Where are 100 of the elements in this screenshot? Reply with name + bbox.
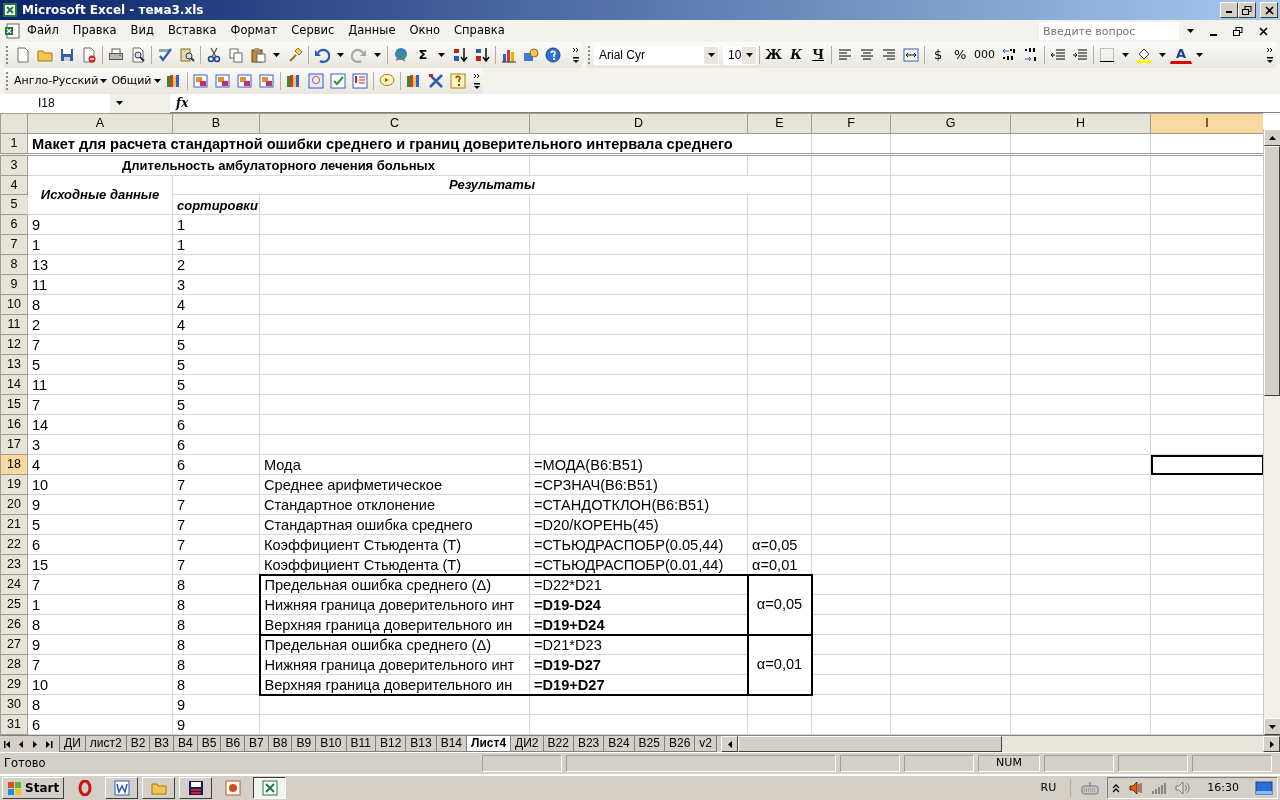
copy-icon[interactable] — [228, 47, 244, 63]
row-header[interactable]: 30 — [0, 694, 28, 715]
column-header[interactable]: C — [259, 113, 530, 134]
help-search-field[interactable]: Введите вопрос — [1039, 22, 1179, 40]
row-header[interactable]: 25 — [0, 594, 28, 615]
list-icon[interactable] — [351, 73, 368, 89]
percent-button[interactable]: % — [949, 44, 972, 66]
sheet-tab[interactable]: B10 — [315, 736, 347, 752]
fill-color-icon[interactable] — [1136, 47, 1153, 63]
column-header[interactable]: F — [811, 113, 891, 134]
scroll-down-button[interactable] — [1264, 718, 1280, 735]
increase-decimal-icon[interactable] — [1001, 47, 1018, 63]
sheet-tab[interactable]: B24 — [603, 736, 635, 752]
align-left-icon[interactable] — [837, 47, 854, 63]
row-header[interactable]: 10 — [0, 294, 28, 315]
menu-item[interactable]: Данные — [341, 20, 403, 42]
caret-icon[interactable] — [1122, 53, 1130, 57]
row-header[interactable]: 8 — [0, 254, 28, 275]
thousands-button[interactable]: 000 — [971, 44, 999, 66]
row-header[interactable]: 15 — [0, 394, 28, 415]
sheet-tab[interactable]: B14 — [435, 736, 468, 752]
font-field[interactable]: Arial Cyr — [594, 45, 719, 65]
caret-icon[interactable] — [1187, 29, 1194, 33]
books-icon[interactable] — [285, 73, 302, 89]
caret-icon[interactable] — [707, 53, 715, 57]
row-header[interactable]: 17 — [0, 434, 28, 455]
italic-button[interactable]: К — [785, 44, 808, 66]
currency-button[interactable]: $ — [927, 44, 950, 66]
restore-icon[interactable] — [1233, 26, 1243, 36]
column-header[interactable]: E — [747, 113, 812, 134]
open-folder-icon[interactable] — [37, 47, 53, 63]
function-button[interactable]: fx — [170, 94, 195, 112]
row-header[interactable]: 28 — [0, 654, 28, 675]
sheet-tab[interactable]: B25 — [633, 736, 665, 752]
align-right-icon[interactable] — [881, 47, 898, 63]
row-header[interactable]: 21 — [0, 514, 28, 535]
print-icon[interactable] — [108, 47, 124, 63]
new-document-icon[interactable] — [15, 47, 31, 63]
row-header[interactable]: 23 — [0, 554, 28, 575]
paste-icon[interactable] — [250, 47, 266, 63]
close-button[interactable] — [1260, 2, 1278, 18]
arrow-left-icon[interactable] — [727, 740, 732, 748]
column-header[interactable]: D — [529, 113, 748, 134]
first-sheet-icon[interactable] — [3, 740, 11, 748]
row-header[interactable]: 11 — [0, 314, 28, 335]
volume-icon[interactable] — [1175, 780, 1192, 796]
column-header[interactable]: B — [172, 113, 260, 134]
increase-indent-icon[interactable] — [1072, 47, 1089, 63]
font-color-button[interactable]: A — [1170, 46, 1193, 64]
checklist-icon[interactable] — [329, 73, 346, 89]
sheet-tab[interactable]: B4 — [173, 736, 198, 752]
toolbar-options-icon[interactable] — [572, 46, 580, 64]
scroll-thumb[interactable] — [1264, 146, 1280, 396]
sheet-tab[interactable]: лист2 — [84, 736, 127, 752]
column-header[interactable]: G — [890, 113, 1011, 134]
menu-item[interactable]: Справка — [447, 20, 512, 42]
row-header[interactable]: 7 — [0, 234, 28, 255]
row-header[interactable]: 31 — [0, 714, 28, 735]
menu-item[interactable]: Формат — [223, 20, 285, 42]
language-indicator[interactable]: RU — [1032, 779, 1065, 797]
last-sheet-icon[interactable] — [45, 740, 53, 748]
row-header[interactable]: 22 — [0, 534, 28, 555]
sheet-tab[interactable]: B9 — [291, 736, 317, 752]
row-header[interactable]: 6 — [0, 214, 28, 235]
sheet-tab[interactable]: B22 — [542, 736, 574, 752]
sum-button[interactable]: Σ — [412, 44, 434, 66]
start-button[interactable]: Start — [2, 777, 65, 799]
toolbar-options-icon[interactable] — [472, 72, 481, 90]
speech-bubble-icon[interactable] — [378, 73, 395, 89]
row-header[interactable]: 20 — [0, 494, 28, 515]
row-header[interactable]: 18 — [0, 454, 28, 475]
workbook-icon[interactable] — [4, 23, 20, 39]
menu-item[interactable]: Окно — [402, 20, 448, 42]
minimize-button[interactable] — [1220, 2, 1238, 18]
menu-item[interactable]: Правка — [65, 20, 124, 42]
permission-icon[interactable] — [81, 47, 97, 63]
caret-icon[interactable] — [153, 79, 161, 83]
column-header[interactable]: I — [1150, 113, 1263, 134]
restore-button[interactable] — [1238, 2, 1256, 18]
undo-icon[interactable] — [314, 47, 330, 63]
caret-icon[interactable] — [438, 53, 445, 57]
menu-item[interactable]: Файл — [20, 20, 66, 42]
row-header[interactable]: 3 — [0, 154, 28, 175]
document-icon[interactable] — [236, 73, 253, 89]
spelling-icon[interactable] — [157, 47, 173, 63]
document-icon[interactable] — [192, 73, 209, 89]
align-center-icon[interactable] — [859, 47, 876, 63]
previous-sheet-icon[interactable] — [19, 740, 23, 748]
research-icon[interactable] — [179, 47, 195, 63]
caret-icon[interactable] — [273, 53, 280, 57]
save-icon[interactable] — [59, 47, 75, 63]
books-icon[interactable] — [165, 73, 182, 89]
menu-item[interactable]: Вид — [123, 20, 161, 42]
caret-icon[interactable] — [116, 101, 123, 105]
document-icon[interactable] — [214, 73, 231, 89]
toolbar-options-icon[interactable] — [1266, 46, 1274, 64]
caret-icon[interactable] — [337, 53, 344, 57]
tools-icon[interactable] — [427, 73, 444, 89]
row-header[interactable]: 24 — [0, 574, 28, 595]
format-painter-icon[interactable] — [287, 47, 303, 63]
